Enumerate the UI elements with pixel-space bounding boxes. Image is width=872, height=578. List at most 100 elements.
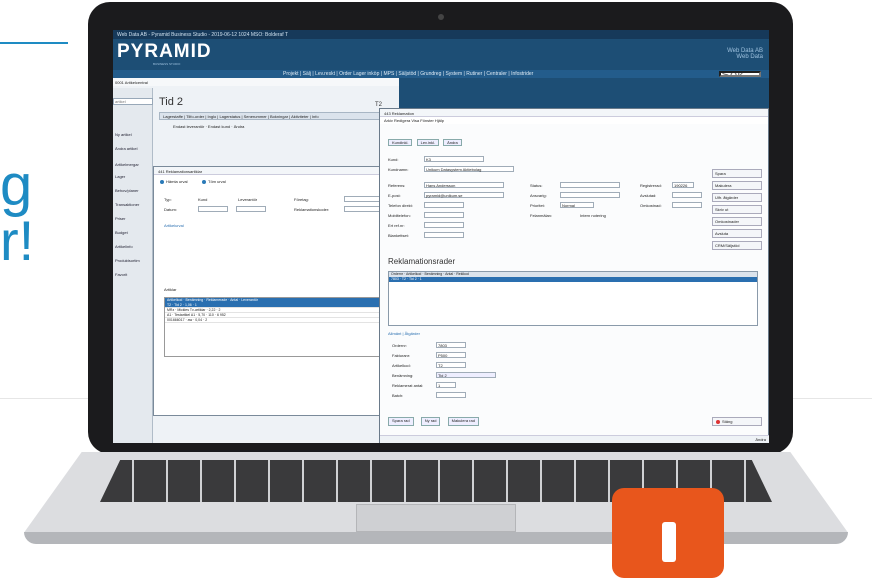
tab-info[interactable]: Info <box>312 114 319 119</box>
customer-incl-button[interactable]: Kundinkl. <box>388 139 413 146</box>
invoice-label: Fakturanr: <box>392 353 411 358</box>
email-input[interactable]: pyramid@unikum.se <box>424 192 504 198</box>
phone-input[interactable] <box>424 202 464 208</box>
menu-item-saljstod[interactable]: Säljstöd <box>398 71 416 77</box>
menu-item-projekt[interactable]: Projekt <box>283 71 299 77</box>
priority-select[interactable]: Normal <box>560 202 594 208</box>
nav-edit-article[interactable]: Ändra artikel <box>115 146 137 151</box>
menu-visa[interactable]: Visa <box>411 118 419 123</box>
menu-fonster[interactable]: Fönster <box>420 118 434 123</box>
tab-lagerstaffe[interactable]: Lagerstaffe <box>163 114 183 119</box>
window-titlebar: Web Data AB - Pyramid Business Studio - … <box>113 30 769 39</box>
table-row[interactable]: 001666017 · aw · 0,04 · 2 <box>165 318 403 323</box>
nav-prices[interactable]: Priser <box>115 216 125 221</box>
mobile-input[interactable] <box>424 212 464 218</box>
supplier-incl-button[interactable]: Lev.inkl. <box>416 139 439 146</box>
menu-item-salj[interactable]: Sälj <box>303 71 311 77</box>
costs-button[interactable]: Omkostnader <box>712 217 762 226</box>
nav-transactions[interactable]: Transaktioner <box>115 202 139 207</box>
label-refnr: Ert ref.nr: <box>388 223 405 228</box>
menu-item-grundreg[interactable]: Grundreg <box>420 71 441 77</box>
menu-item-order[interactable]: Order Lager inköp <box>339 71 379 77</box>
void-row-button[interactable]: Makulera rad <box>447 417 479 426</box>
status-select[interactable] <box>560 182 620 188</box>
internal-note-radio[interactable]: Intern notering <box>580 213 606 218</box>
date-to-input[interactable] <box>236 206 266 212</box>
menu-arkiv[interactable]: Arkiv <box>384 118 393 123</box>
invoice-input[interactable]: P500 <box>436 352 466 358</box>
nav-article-info[interactable]: Artikelinfo <box>115 244 133 249</box>
quantity-input[interactable]: 1 <box>436 382 456 388</box>
menu-item-infostrider[interactable]: Infostrider <box>511 71 533 77</box>
tab-senerummer[interactable]: Senerummer <box>244 114 267 119</box>
tab-tilfo-order[interactable]: Tilfo-order <box>186 114 204 119</box>
article-search-input[interactable] <box>113 98 153 105</box>
reason-codes-label: Reklamationskoder: <box>294 207 330 212</box>
table-row[interactable]: 7803 · T2 · Tid 2 · 1 <box>389 277 757 282</box>
order-input[interactable]: 7803 <box>436 342 466 348</box>
nav-favorites[interactable]: Favorit <box>115 272 127 277</box>
user-name: Web Data <box>736 54 763 60</box>
tab-lagerstatus[interactable]: Lagerstatus <box>219 114 240 119</box>
batch-input[interactable] <box>436 392 466 398</box>
supplier-only-checkbox[interactable]: Endast leverantör <box>173 124 204 129</box>
customer-only-checkbox[interactable]: Endast kund <box>208 124 230 129</box>
reference-input[interactable]: Hans Andersson <box>424 182 504 188</box>
articles-tab[interactable]: Artiklar <box>164 287 176 292</box>
type-supplier-radio[interactable]: Leverantör <box>238 197 257 202</box>
status-bar: Ändra <box>380 435 769 443</box>
nav-product-range[interactable]: Produktsortim <box>115 258 140 263</box>
new-row-button[interactable]: Ny rad <box>420 417 441 426</box>
edit-checkbox[interactable]: Ändra <box>234 124 245 129</box>
article-input[interactable]: T2 <box>436 362 466 368</box>
close-complaint-button[interactable]: Avsluta <box>712 229 762 238</box>
actions-button[interactable]: Ulfr. åtgärder <box>712 193 762 202</box>
clear-selection-button[interactable]: Töm urval <box>202 179 226 184</box>
print-button[interactable]: Skriv ut <box>712 205 762 214</box>
save-row-button[interactable]: Spara rad <box>388 417 414 426</box>
nav-new-article[interactable]: Ny artikel <box>115 132 132 137</box>
customer-name-input[interactable]: Unikum Datasystem Aktiebolag <box>424 166 514 172</box>
void-button[interactable]: Makulera <box>712 181 762 190</box>
date-from-input[interactable] <box>198 206 228 212</box>
responsible-label: Ansvarig: <box>530 193 547 198</box>
menu-hjalp[interactable]: Hjälp <box>435 118 444 123</box>
menu-item-rutiner[interactable]: Rutiner <box>466 71 482 77</box>
ref-number-input[interactable] <box>424 222 464 228</box>
name-input[interactable]: Tid 2 <box>436 372 496 378</box>
crm-button[interactable]: CRM/Säljstöd <box>712 241 762 250</box>
responsible-select[interactable] <box>560 192 620 198</box>
menu-redigera[interactable]: Redigera <box>394 118 410 123</box>
customer-input[interactable]: K3 <box>424 156 484 162</box>
menu-item-centraler[interactable]: Centraler <box>486 71 507 77</box>
tab-inglo[interactable]: Inglo <box>208 114 217 119</box>
global-search-input[interactable] <box>719 71 761 77</box>
closed-input[interactable] <box>672 192 702 198</box>
tab-actions[interactable]: Åtgärder <box>405 331 420 336</box>
tab-general[interactable]: Allmänt <box>388 331 401 336</box>
edit-button[interactable]: Ändra <box>443 139 462 146</box>
fetch-selection-button[interactable]: Hämta urval <box>160 179 188 184</box>
menu-item-levreskt[interactable]: Lev.reskt <box>315 71 335 77</box>
registered-input[interactable]: 190226 <box>672 182 694 188</box>
dialog-menubar[interactable]: Arkiv Redigera Visa Fönster Hjälp <box>380 117 768 124</box>
menu-item-mps[interactable]: MPS <box>383 71 394 77</box>
form-set-select[interactable] <box>424 232 464 238</box>
save-button[interactable]: Spara <box>712 169 762 178</box>
article-tabs[interactable]: Lagerstaffe | Tilfo-order | Inglo | Lage… <box>159 112 399 120</box>
closed-label: Avslutad: <box>640 193 657 198</box>
nav-needs[interactable]: Behov/planer <box>115 188 139 193</box>
nav-article-margins[interactable]: Artikelmergar <box>115 162 139 167</box>
menu-item-system[interactable]: System <box>445 71 462 77</box>
nav-budget[interactable]: Budget <box>115 230 128 235</box>
main-menubar[interactable]: Projekt | Sälj | Lev.reskt | Order Lager… <box>113 70 769 78</box>
tab-aktiviteter[interactable]: Aktiviteter <box>291 114 309 119</box>
cost-input[interactable] <box>672 202 702 208</box>
type-customer-radio[interactable]: Kund <box>198 197 207 202</box>
tab-bokningar[interactable]: Bokningar <box>270 114 288 119</box>
dialog-toolbar: Kundinkl. Lev.inkl. Ändra <box>388 139 465 146</box>
fault-report-label: Felanmälan: <box>530 213 553 218</box>
article-selection-toggle[interactable]: Artikelurval <box>164 223 184 228</box>
nav-stock[interactable]: Lager <box>115 174 125 179</box>
close-button[interactable]: Stäng <box>712 417 762 426</box>
